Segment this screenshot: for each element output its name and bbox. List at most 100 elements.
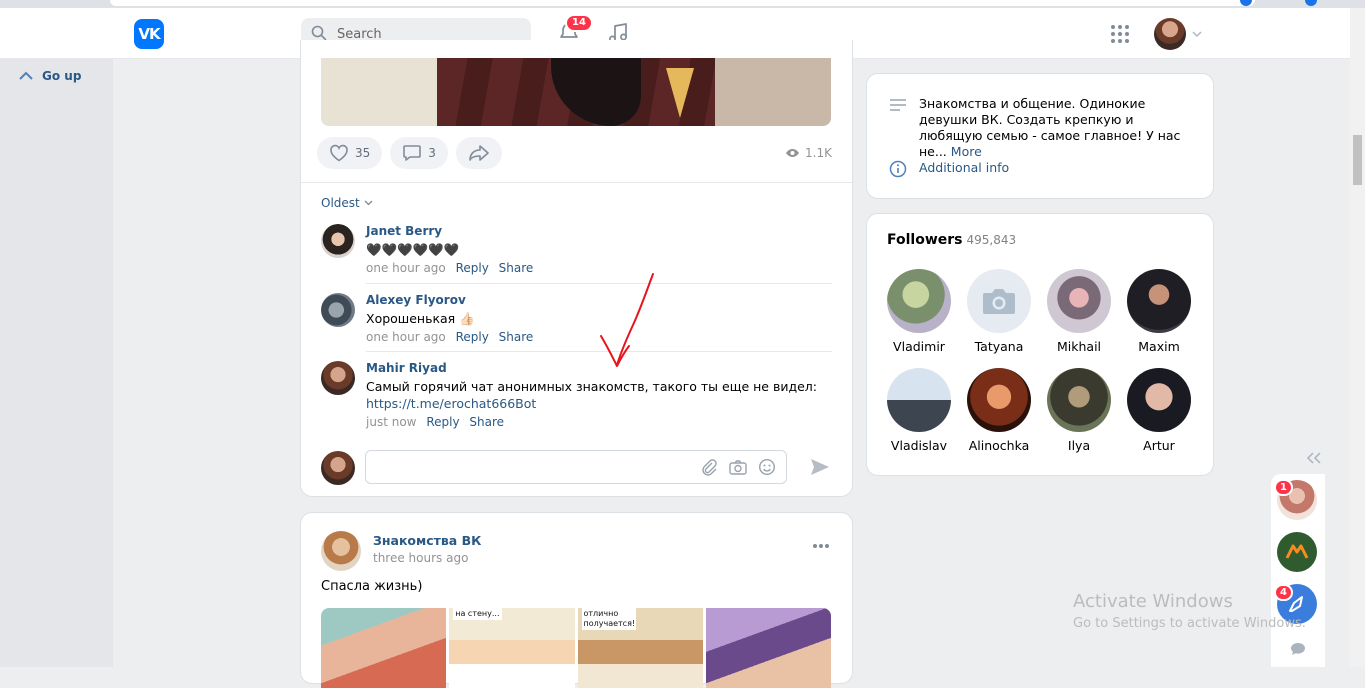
notifications-badge: 14 [565,14,593,32]
own-avatar[interactable] [321,451,355,485]
description-lines-icon [890,99,906,111]
post-photo[interactable]: на стену... отлично получается! [321,608,831,688]
post-photo[interactable] [321,58,831,126]
page-scrollbar[interactable] [1350,8,1365,667]
commenter-name[interactable]: Janet Berry [366,224,832,238]
follower-item[interactable]: Maxim [1127,269,1191,354]
chat-avatar[interactable] [1277,532,1317,572]
post-text: Спасла жизнь) [321,579,423,594]
comic-caption: на стену... [453,608,502,620]
follower-avatar [1047,269,1111,333]
annotation-arrow [600,273,654,367]
comic-panel [321,608,447,688]
go-up-button[interactable]: Go up [18,69,81,83]
double-chevron-left-icon[interactable] [1306,452,1322,464]
share-link[interactable]: Share [469,415,504,429]
post-time[interactable]: three hours ago [373,551,468,565]
followers-count: 495,843 [966,233,1017,247]
more-options-icon[interactable] [812,543,830,549]
info-icon [889,160,907,178]
chevron-down-icon [364,200,373,206]
follower-avatar [1127,269,1191,333]
browser-indicator-dot [1305,0,1317,6]
comment-link[interactable]: https://t.me/erochat666Bot [366,396,536,411]
emoji-icon[interactable] [758,458,776,476]
send-icon[interactable] [809,457,831,477]
follower-item[interactable]: Alinochka [967,368,1031,453]
views-count: 1.1K [805,146,832,160]
group-info-card: Знакомства и общение. Одинокие девушки В… [866,73,1214,199]
comic-caption: отлично получается! [581,608,636,630]
comment-text-line: Самый горячий чат анонимных знакомств, т… [366,379,817,394]
comment-text: 🖤🖤🖤🖤🖤🖤 [366,242,460,257]
camera-icon[interactable] [728,458,748,476]
follower-item[interactable]: Vladimir [887,269,951,354]
compose-tools [700,458,776,476]
followers-label: Followers [887,232,963,248]
comment-icon [403,145,422,161]
comment-time[interactable]: just now [366,415,416,429]
post-card: 35 3 1.1K Oldest Janet Berry 🖤🖤🖤🖤� [300,40,853,497]
follower-name: Vladislav [890,438,948,453]
go-up-label: Go up [42,69,82,83]
paperclip-icon[interactable] [700,458,718,476]
reply-link[interactable]: Reply [426,415,459,429]
camera-placeholder-icon [983,289,1015,314]
post-author[interactable]: Знакомства ВК [373,533,481,548]
like-count: 35 [355,146,371,160]
watermark-title: Activate Windows [1073,591,1233,612]
comment-sort-dropdown[interactable]: Oldest [321,196,373,210]
share-link[interactable]: Share [499,261,534,275]
follower-avatar [1047,368,1111,432]
chat-dock: 1 4 [1271,474,1325,667]
reply-link[interactable]: Reply [456,261,489,275]
follower-item[interactable]: Artur [1127,368,1191,453]
follower-item[interactable]: Ilya [1047,368,1111,453]
follower-item[interactable]: Tatyana [967,269,1031,354]
vk-logo[interactable]: VK [134,19,164,49]
follower-item[interactable]: Vladislav [887,368,951,453]
share-arrow-icon [469,145,489,161]
views-counter: 1.1K [785,146,832,160]
group-avatar[interactable] [321,531,361,571]
follower-name: Mikhail [1056,339,1102,354]
comment-time[interactable]: one hour ago [366,330,446,344]
comment-button[interactable]: 3 [390,137,448,169]
follower-name: Tatyana [974,339,1024,354]
chevron-down-icon[interactable] [1192,30,1202,38]
browser-tab-edge [110,0,1255,6]
chat-unread-badge: 1 [1274,479,1293,496]
windows-activation-watermark: Activate Windows Go to Settings to activ… [1073,591,1306,631]
follower-name: Maxim [1138,339,1180,354]
commenter-avatar[interactable] [321,293,355,327]
like-button[interactable]: 35 [317,137,383,169]
scrollbar-thumb[interactable] [1353,135,1362,185]
reply-link[interactable]: Reply [456,330,489,344]
additional-info-link[interactable]: Additional info [919,160,1009,175]
follower-name: Artur [1143,438,1175,453]
chat-bubble-icon[interactable] [1290,642,1306,656]
follower-item[interactable]: Mikhail [1047,269,1111,354]
go-up-bar[interactable]: Go up [0,59,113,667]
grid-icon [1111,25,1129,43]
followers-title[interactable]: Followers 495,843 [887,232,1016,248]
heart-icon [330,144,348,162]
commenter-avatar[interactable] [321,361,355,395]
post-card: Знакомства ВК three hours ago Спасла жиз… [300,512,853,688]
share-link[interactable]: Share [499,330,534,344]
share-button[interactable] [455,137,502,169]
follower-name: Vladimir [893,339,945,354]
comment-input[interactable] [365,450,787,484]
more-link[interactable]: More [951,144,982,159]
follower-name: Alinochka [968,438,1030,453]
photo-region [666,68,694,118]
chevron-up-icon [19,71,33,80]
watermark-subtitle: Go to Settings to activate Windows. [1073,616,1306,631]
commenter-avatar[interactable] [321,224,355,258]
comment-time[interactable]: one hour ago [366,261,446,275]
follower-avatar [967,269,1031,333]
apps-grid-button[interactable] [1110,24,1130,48]
follower-name: Ilya [1067,438,1091,453]
search-icon [311,25,327,41]
profile-avatar[interactable] [1154,18,1186,50]
